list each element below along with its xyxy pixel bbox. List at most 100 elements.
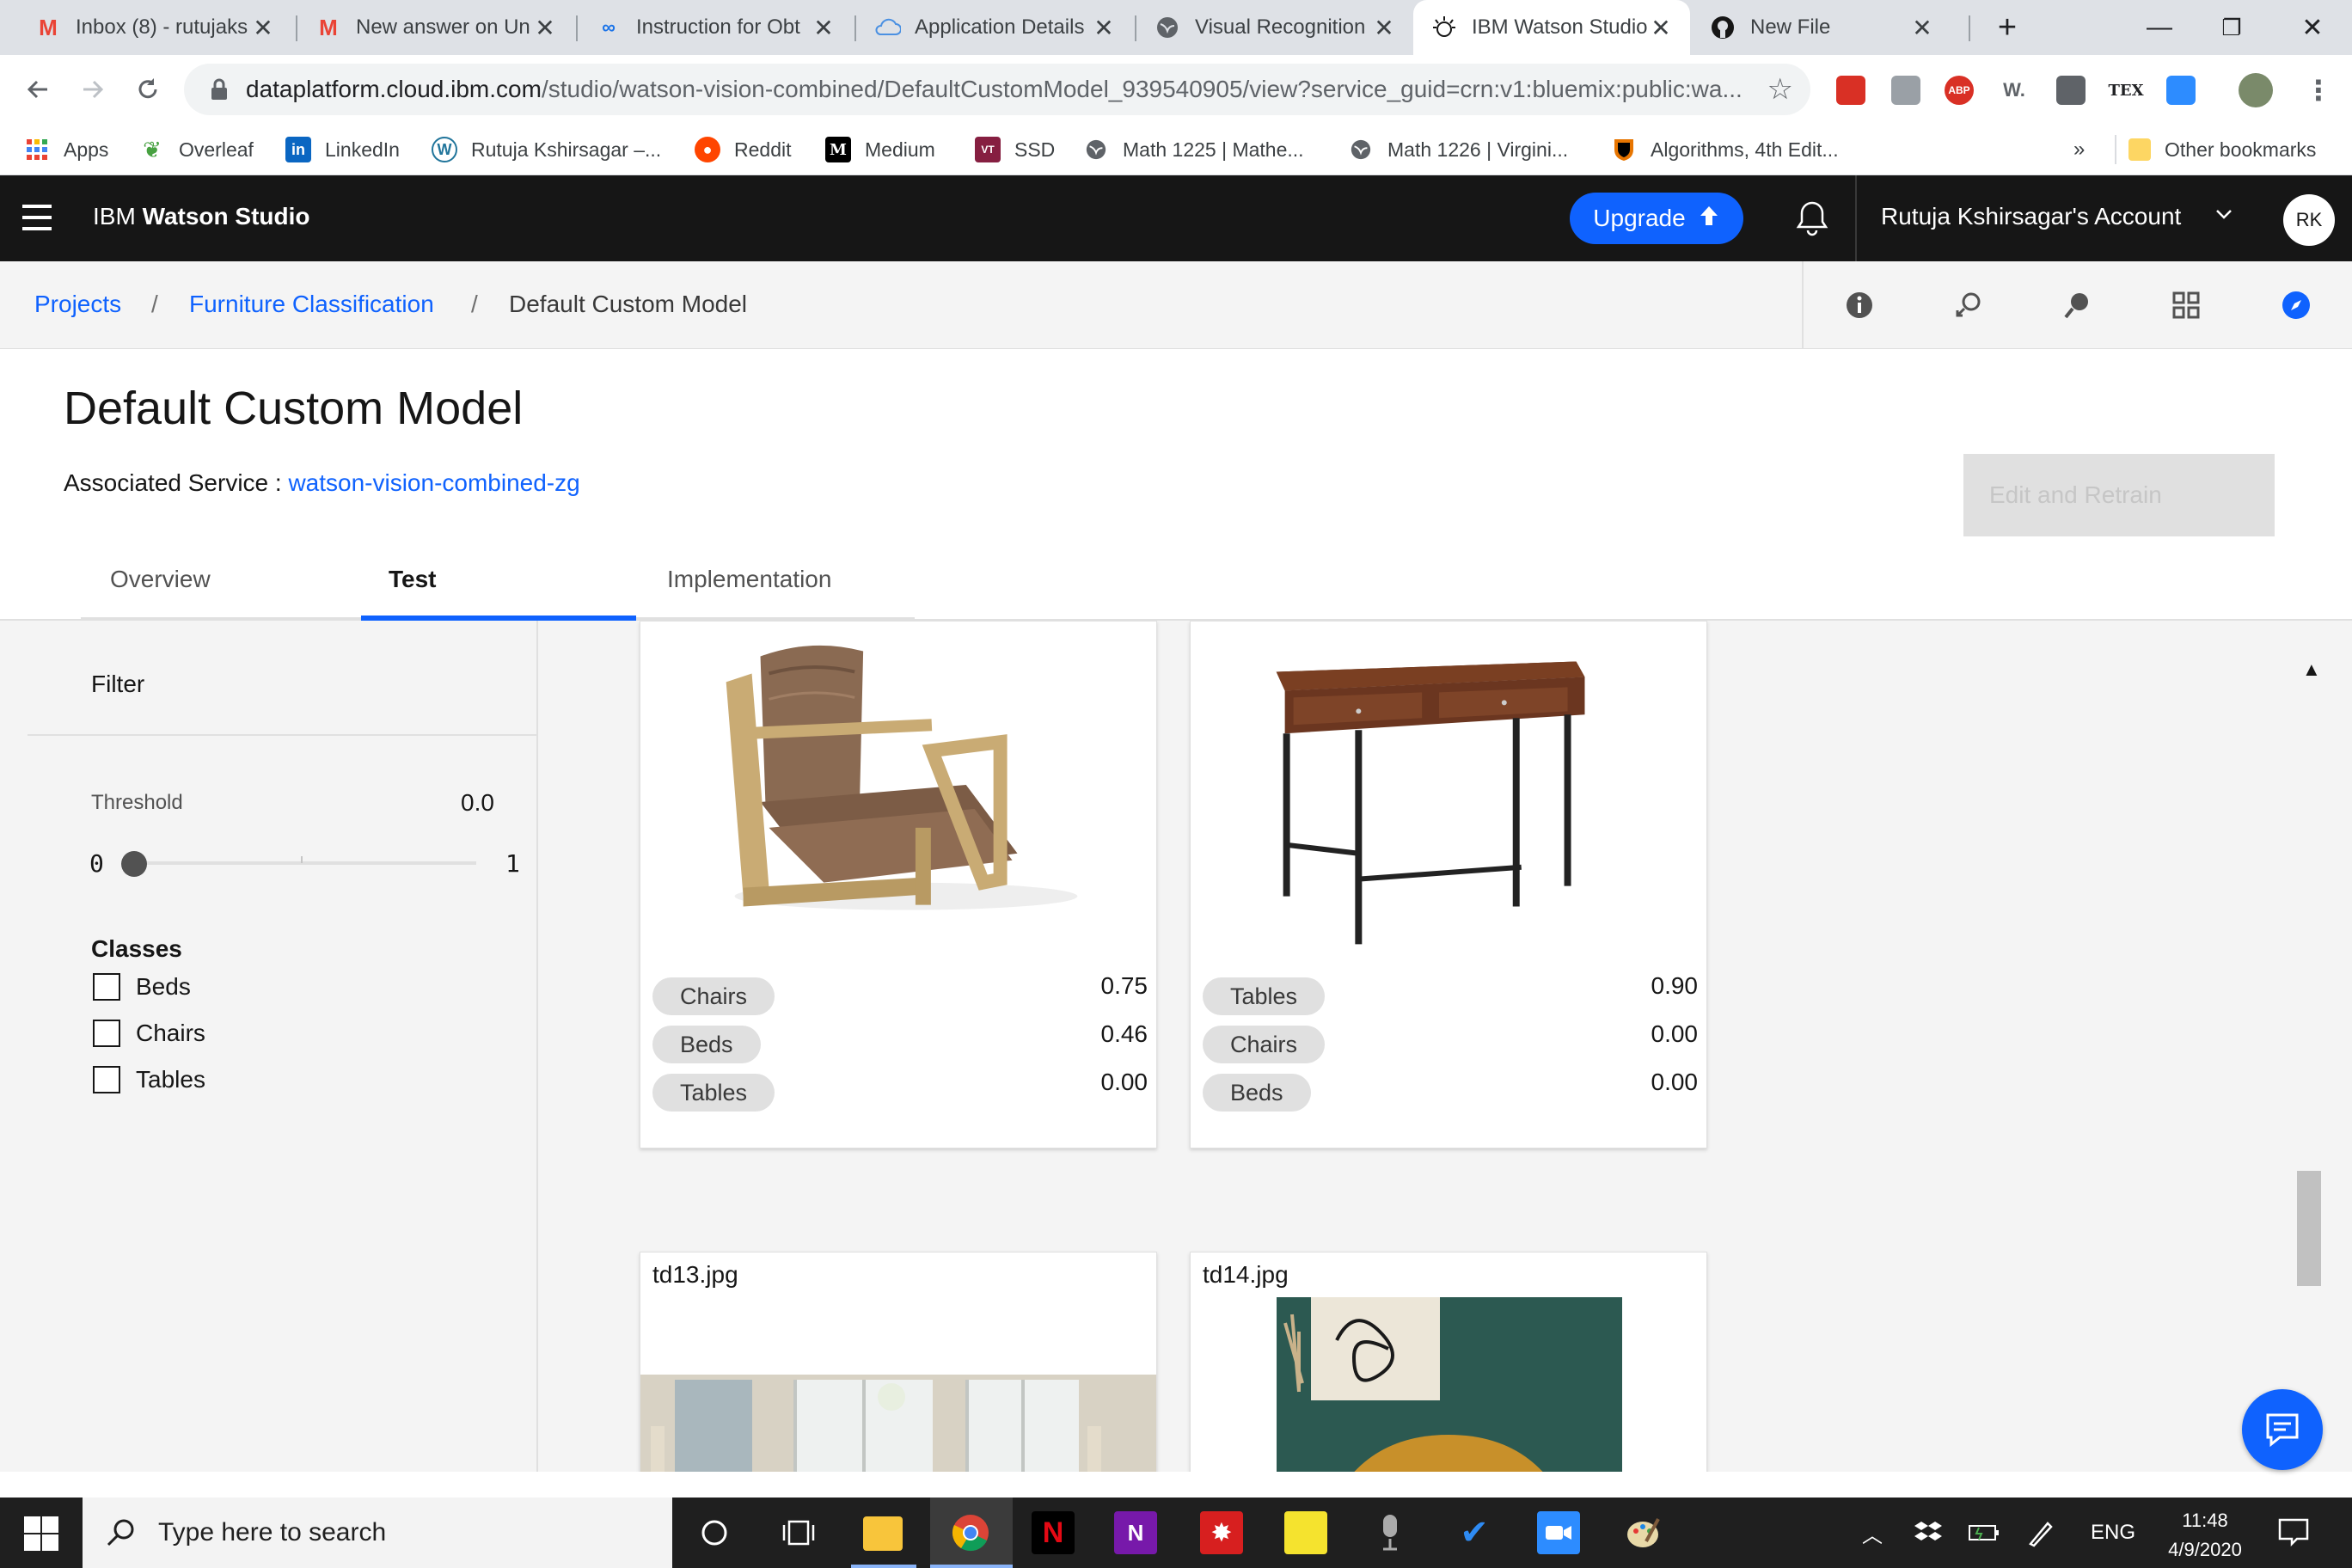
checkbox[interactable] [93, 1020, 120, 1047]
dropbox-icon[interactable] [1914, 1498, 1943, 1568]
close-icon[interactable]: ✕ [251, 14, 275, 42]
profile-avatar-icon[interactable] [2239, 73, 2273, 107]
new-tab-button[interactable]: + [1969, 0, 2046, 55]
checkbox[interactable] [93, 973, 120, 1001]
bookmark-reddit[interactable]: ● Reddit [695, 124, 791, 175]
close-icon[interactable]: ✕ [812, 14, 836, 42]
app-brand[interactable]: IBM Watson Studio [93, 203, 310, 230]
onenote-icon[interactable]: N [1114, 1511, 1157, 1554]
browser-tab-new-answer[interactable]: M New answer on Un ✕ [297, 0, 574, 55]
compass-icon[interactable] [2280, 289, 2312, 322]
bookmark-algorithms[interactable]: Algorithms, 4th Edit... [1611, 124, 1839, 175]
browser-tab-new-file[interactable]: New File ✕ [1692, 0, 1951, 55]
bookmark-ssd[interactable]: VT SSD [975, 124, 1055, 175]
browser-tab-inbox[interactable]: M Inbox (8) - rutujaks ✕ [17, 0, 292, 55]
avatar[interactable]: RK [2283, 194, 2335, 246]
scrollbar-thumb[interactable] [2297, 1171, 2321, 1286]
cast-extension-icon[interactable] [1891, 76, 1920, 105]
zoom-extension-icon[interactable] [2166, 76, 2196, 105]
result-card-armchair[interactable]: Chairs 0.75 Beds 0.46 Tables 0.00 [640, 621, 1157, 1148]
apps-icon[interactable] [2170, 289, 2202, 322]
close-icon[interactable]: ✕ [1649, 14, 1673, 42]
chrome-menu-icon[interactable]: ⋮ [2304, 75, 2333, 106]
class-filter-chairs[interactable]: Chairs [93, 1020, 205, 1047]
window-close-button[interactable]: ✕ [2273, 0, 2352, 55]
bookmark-apps[interactable]: Apps [24, 124, 108, 175]
close-icon[interactable]: ✕ [533, 14, 557, 42]
action-center-icon[interactable] [2276, 1515, 2314, 1553]
associated-service-link[interactable]: watson-vision-combined-zg [288, 469, 579, 496]
checkbox[interactable] [93, 1066, 120, 1093]
browser-tab-instruction[interactable]: ∞ Instruction for Obt ✕ [578, 0, 853, 55]
browser-tab-visual-recognition[interactable]: Visual Recognition ✕ [1136, 0, 1413, 55]
chat-support-button[interactable] [2242, 1389, 2323, 1470]
wordtune-icon[interactable]: W. [2000, 76, 2029, 105]
screen-capture-icon[interactable] [2056, 76, 2086, 105]
tex-icon[interactable]: TEX [2108, 76, 2144, 105]
reload-button[interactable] [124, 65, 172, 113]
restore-button[interactable]: ❐ [2192, 0, 2271, 55]
bookmarks-overflow-button[interactable]: » [2073, 124, 2085, 175]
address-bar[interactable]: dataplatform.cloud.ibm.com /studio/watso… [184, 64, 1810, 115]
bookmark-star-icon[interactable]: ☆ [1767, 72, 1793, 107]
red-extension-icon[interactable] [1836, 76, 1865, 105]
system-clock[interactable]: 11:48 4/9/2020 [2149, 1506, 2261, 1565]
results-scrollbar[interactable] [2295, 621, 2323, 1472]
pen-icon[interactable] [2027, 1498, 2056, 1568]
tab-implementation[interactable]: Implementation [636, 550, 915, 621]
bookmark-math-1226[interactable]: Math 1226 | Virgini... [1348, 124, 1568, 175]
zoom-icon[interactable] [1537, 1511, 1580, 1554]
battery-icon[interactable] [1969, 1498, 2000, 1568]
edit-and-retrain-button[interactable]: Edit and Retrain [1963, 454, 2275, 536]
account-switcher[interactable]: Rutuja Kshirsagar's Account [1881, 203, 2181, 230]
file-explorer-icon[interactable] [863, 1516, 903, 1551]
minimize-button[interactable]: — [2120, 0, 2199, 55]
language-indicator[interactable]: ENG [2091, 1498, 2135, 1568]
forward-button[interactable] [69, 65, 117, 113]
bookmark-wordpress[interactable]: W Rutuja Kshirsagar –... [432, 124, 661, 175]
breadcrumb-project[interactable]: Furniture Classification [189, 291, 434, 318]
version-history-icon[interactable] [1953, 289, 1986, 322]
info-icon[interactable] [1843, 289, 1876, 322]
close-icon[interactable]: ✕ [1372, 14, 1396, 42]
paint-icon[interactable] [1621, 1511, 1664, 1554]
windows-start-icon[interactable] [22, 1515, 60, 1553]
notifications-bell-icon[interactable] [1795, 199, 1829, 237]
threshold-slider-track[interactable] [131, 856, 476, 865]
chevron-down-icon[interactable] [2213, 203, 2235, 231]
taskbar-search-input[interactable]: Type here to search [83, 1498, 672, 1568]
bookmark-math-1225[interactable]: Math 1225 | Mathe... [1083, 124, 1304, 175]
back-button[interactable] [14, 65, 62, 113]
close-icon[interactable]: ✕ [1092, 14, 1116, 42]
chrome-icon[interactable] [949, 1511, 992, 1554]
bookmark-linkedin[interactable]: in LinkedIn [285, 124, 400, 175]
browser-tab-application[interactable]: Application Details ✕ [856, 0, 1133, 55]
class-filter-tables[interactable]: Tables [93, 1066, 205, 1093]
threshold-slider-thumb[interactable] [121, 851, 147, 877]
task-view-icon[interactable] [777, 1511, 820, 1554]
result-card-desk[interactable]: Tables 0.90 Chairs 0.00 Beds 0.00 [1190, 621, 1707, 1148]
show-hidden-icons-chevron[interactable]: ︿ [1862, 1498, 1883, 1568]
close-icon[interactable]: ✕ [1910, 14, 1934, 42]
adblock-icon[interactable]: ABP [1945, 76, 1974, 105]
cortana-icon[interactable] [693, 1511, 736, 1554]
tab-test[interactable]: Test [361, 550, 636, 621]
comments-icon[interactable] [2061, 289, 2094, 322]
result-card-td13[interactable]: td13.jpg [640, 1252, 1157, 1472]
sticky-notes-icon[interactable] [1284, 1511, 1327, 1554]
bookmark-medium[interactable]: M Medium [825, 124, 935, 175]
result-card-td14[interactable]: td14.jpg [1190, 1252, 1707, 1472]
breadcrumb-projects[interactable]: Projects [34, 291, 121, 318]
other-bookmarks-folder[interactable]: Other bookmarks [2128, 124, 2316, 175]
hamburger-menu-icon[interactable] [22, 205, 52, 230]
wolfram-icon[interactable]: ✸ [1200, 1511, 1243, 1554]
tab-overview[interactable]: Overview [81, 550, 361, 621]
todo-icon[interactable]: ✔ [1453, 1511, 1496, 1554]
class-filter-beds[interactable]: Beds [93, 973, 191, 1001]
scroll-up-arrow-icon[interactable]: ▲ [2302, 658, 2321, 681]
bookmark-overleaf[interactable]: ❦ Overleaf [139, 124, 254, 175]
recorder-icon[interactable] [1369, 1511, 1412, 1554]
browser-tab-watson-studio[interactable]: IBM Watson Studio ✕ [1413, 0, 1690, 55]
upgrade-button[interactable]: Upgrade [1570, 193, 1743, 244]
netflix-icon[interactable]: N [1032, 1511, 1075, 1554]
